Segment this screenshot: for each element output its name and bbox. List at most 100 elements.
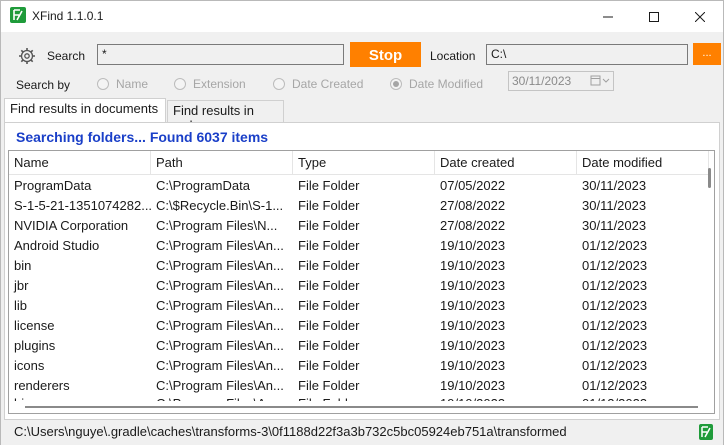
location-label: Location [430, 49, 476, 63]
column-header-date-modified[interactable]: Date modified [577, 151, 709, 175]
close-icon [695, 11, 705, 22]
cell-name: plugins [14, 338, 56, 353]
cell-type: File Folder [298, 338, 360, 353]
search-by-label: Search by [16, 78, 71, 92]
vertical-scroll-thumb[interactable] [708, 168, 711, 188]
table-row[interactable]: lib C:\Program Files\An... File Folder 1… [9, 296, 709, 316]
column-header-type[interactable]: Type [293, 151, 435, 175]
radio-name[interactable]: Name [97, 77, 148, 91]
date-value: 30/11/2023 [512, 74, 572, 88]
app-window: XFind 1.1.0.1 Search * Stop Location C:\… [0, 0, 724, 445]
cell-date-modified: 30/11/2023 [582, 178, 647, 193]
vertical-scrollbar[interactable] [707, 151, 714, 401]
status-bar: C:\Users\nguye\.gradle\caches\transforms… [1, 421, 723, 445]
cell-date-modified: 30/11/2023 [582, 198, 647, 213]
maximize-button[interactable] [631, 1, 677, 32]
close-button[interactable] [677, 1, 723, 32]
cell-path: C:\Program Files\An... [156, 298, 284, 313]
cell-type: File Folder [298, 358, 360, 373]
cell-type: File Folder [298, 378, 360, 393]
cell-date-created: 19/10/2023 [440, 318, 506, 333]
radio-dot [174, 78, 186, 90]
location-input[interactable]: C:\ [486, 44, 688, 65]
cell-path: C:\Program Files\An... [156, 258, 284, 273]
cell-path: C:\Program Files\An... [156, 358, 284, 373]
cell-name: jbr [14, 278, 29, 293]
table-row[interactable]: renderers C:\Program Files\An... File Fo… [9, 376, 709, 396]
results-table[interactable]: Name Path Type Date created Date modifie… [8, 150, 715, 414]
cell-name: lib [14, 298, 28, 313]
title-bar[interactable]: XFind 1.1.0.1 [1, 1, 723, 32]
cell-name: bin [14, 258, 32, 273]
cell-path: C:\$Recycle.Bin\S-1... [156, 198, 284, 213]
table-row[interactable]: jbr C:\Program Files\An... File Folder 1… [9, 276, 709, 296]
cell-date-created: 19/10/2023 [440, 238, 506, 253]
table-row[interactable]: bin C:\Program Files\An... File Folder 1… [9, 256, 709, 276]
browse-location-button[interactable]: ... [693, 43, 721, 65]
cell-path: C:\ProgramData [156, 178, 250, 193]
cell-type: File Folder [298, 198, 360, 213]
minimize-button[interactable] [585, 1, 631, 32]
window-title: XFind 1.1.0.1 [32, 9, 104, 23]
table-row[interactable]: NVIDIA Corporation C:\Program Files\N...… [9, 216, 709, 236]
cell-date-created: 19/10/2023 [440, 378, 506, 393]
table-row[interactable]: S-1-5-21-1351074282... C:\$Recycle.Bin\S… [9, 196, 709, 216]
stop-button[interactable]: Stop [350, 42, 421, 67]
cell-name: S-1-5-21-1351074282... [14, 198, 151, 213]
radio-dot [273, 78, 285, 90]
column-header-name[interactable]: Name [9, 151, 151, 175]
cell-name: NVIDIA Corporation [14, 218, 129, 233]
cell-date-modified: 01/12/2023 [582, 338, 648, 353]
cell-path: C:\Program Files\N... [156, 218, 278, 233]
cell-date-created: 19/10/2023 [440, 258, 506, 273]
tab-find-in-web[interactable]: Find results in web [167, 100, 284, 133]
horizontal-scroll-thumb[interactable] [25, 406, 698, 408]
cell-date-created: 19/10/2023 [440, 298, 506, 313]
cell-path: C:\Program Files\An... [156, 378, 284, 393]
cell-type: File Folder [298, 258, 360, 273]
cell-type: File Folder [298, 318, 360, 333]
date-picker[interactable]: 30/11/2023 [508, 71, 614, 91]
cell-date-modified: 01/12/2023 [582, 358, 648, 373]
table-row[interactable]: icons C:\Program Files\An... File Folder… [9, 356, 709, 376]
cell-date-created: 19/10/2023 [440, 358, 506, 373]
cell-date-modified: 01/12/2023 [582, 318, 648, 333]
results-panel: Searching folders... Found 6037 items Na… [4, 122, 720, 420]
cell-date-modified: 01/12/2023 [582, 378, 648, 393]
table-row[interactable]: license C:\Program Files\An... File Fold… [9, 316, 709, 336]
cell-name: license [14, 318, 55, 333]
table-row[interactable]: plugins C:\Program Files\An... File Fold… [9, 336, 709, 356]
cell-date-created: 19/10/2023 [440, 338, 506, 353]
table-row[interactable]: ProgramData C:\ProgramData File Folder 0… [9, 176, 709, 196]
calendar-dropdown-icon[interactable] [590, 74, 610, 88]
radio-dot [97, 78, 109, 90]
horizontal-scrollbar[interactable] [9, 401, 714, 413]
cell-date-created: 27/08/2022 [440, 218, 506, 233]
search-label: Search [47, 49, 86, 63]
settings-gear-icon[interactable] [18, 47, 36, 65]
minimize-icon [603, 16, 613, 17]
column-header-path[interactable]: Path [151, 151, 293, 175]
cell-date-modified: 01/12/2023 [582, 258, 648, 273]
cell-path: C:\Program Files\An... [156, 238, 284, 253]
radio-date-created[interactable]: Date Created [273, 77, 363, 91]
radio-extension[interactable]: Extension [174, 77, 246, 91]
tab-find-in-documents[interactable]: Find results in documents [4, 98, 166, 123]
cell-date-created: 19/10/2023 [440, 278, 506, 293]
cell-type: File Folder [298, 278, 360, 293]
column-header-date-created[interactable]: Date created [435, 151, 577, 175]
table-row[interactable]: Android Studio C:\Program Files\An... Fi… [9, 236, 709, 256]
radio-date-modified[interactable]: Date Modified [390, 77, 483, 91]
cell-name: icons [14, 358, 45, 373]
radio-dot-selected [390, 78, 402, 90]
app-logo-icon [10, 7, 26, 23]
cell-type: File Folder [298, 218, 360, 233]
cell-name: renderers [14, 378, 70, 393]
cell-date-modified: 30/11/2023 [582, 218, 647, 233]
cell-name: Android Studio [14, 238, 100, 253]
cell-date-created: 27/08/2022 [440, 198, 506, 213]
search-input[interactable]: * [97, 44, 344, 65]
search-status-message: Searching folders... Found 6037 items [16, 129, 269, 145]
cell-date-modified: 01/12/2023 [582, 278, 648, 293]
maximize-icon [649, 11, 659, 22]
